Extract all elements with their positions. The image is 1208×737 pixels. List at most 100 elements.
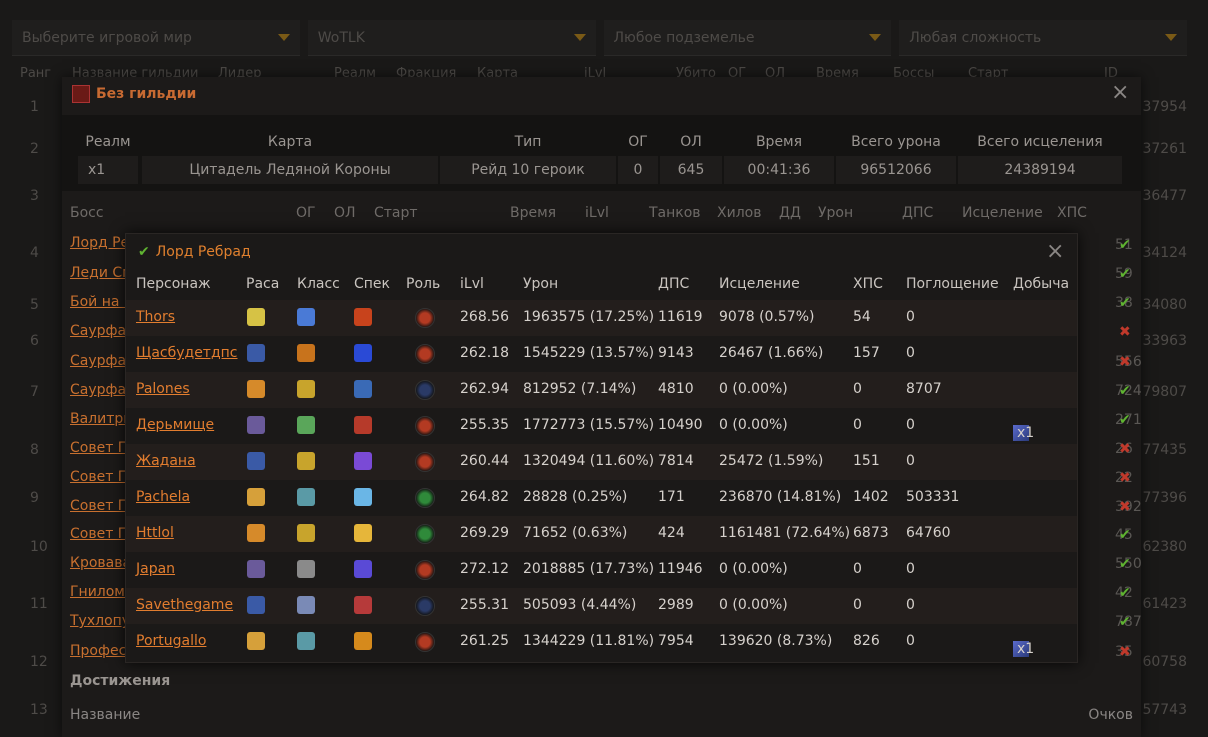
success-check-icon: ✔ [1119, 383, 1131, 399]
fail-cross-icon: ✖ [1119, 324, 1131, 340]
spec-icon [354, 560, 372, 578]
class-icon [297, 380, 315, 398]
healing-cell: 1161481 (72.64%) [719, 525, 851, 541]
summary-header-type: Тип [514, 134, 542, 150]
spec-icon [354, 596, 372, 614]
player-name-link[interactable]: Жадана [136, 453, 196, 469]
healing-cell: 25472 (1.59%) [719, 453, 824, 469]
ilvl-cell: 262.94 [460, 381, 509, 397]
player-row: Щасбудетдпс 262.18 1545229 (13.57%) 9143 264… [126, 336, 1077, 372]
absorb-cell: 0 [906, 417, 915, 433]
success-check-icon: ✔ [1119, 556, 1131, 572]
ilvl-cell: 261.25 [460, 633, 509, 649]
race-icon [247, 380, 265, 398]
success-check-icon: ✔ [1119, 295, 1131, 311]
success-check-icon: ✔ [1119, 412, 1131, 428]
player-row: Pachela 264.82 28828 (0.25%) 171 236870 (14.… [126, 480, 1077, 516]
fail-cross-icon: ✖ [1119, 644, 1131, 660]
dps-cell: 10490 [658, 417, 703, 433]
spec-icon [354, 416, 372, 434]
rank-cell: 3 [30, 188, 39, 204]
role-icon [415, 452, 435, 472]
expansion-select-label: WoTLK [317, 29, 365, 46]
dps-cell: 4810 [658, 381, 694, 397]
col-damage: Урон [523, 276, 559, 292]
boss-link[interactable]: Валитри [70, 411, 132, 427]
healing-cell: 0 (0.00%) [719, 597, 788, 613]
success-check-icon: ✔ [1119, 585, 1131, 601]
id-cell: 77435 [1142, 442, 1187, 458]
summary-og: 0 [618, 156, 658, 184]
boss-link[interactable]: Профес [70, 643, 126, 659]
boss-col-ol: ОЛ [334, 205, 356, 221]
col-race: Раса [246, 276, 280, 292]
boss-link[interactable]: Совет П [70, 498, 128, 514]
id-cell: 33963 [1142, 333, 1187, 349]
player-name-link[interactable]: Portugallo [136, 633, 206, 649]
boss-col-start: Старт [374, 205, 418, 221]
dps-cell: 424 [658, 525, 685, 541]
boss-link[interactable]: Совет П [70, 469, 128, 485]
role-icon [415, 380, 435, 400]
hps-cell: 157 [853, 345, 880, 361]
id-cell: 37261 [1142, 141, 1187, 157]
absorb-cell: 0 [906, 453, 915, 469]
hps-cell: 6873 [853, 525, 889, 541]
summary-header-og: ОГ [628, 134, 648, 150]
dungeon-select[interactable]: Любое подземелье [603, 20, 892, 56]
id-cell: 57743 [1142, 702, 1187, 718]
player-name-link[interactable]: Thors [136, 309, 175, 325]
boss-link[interactable]: Лорд Ре [70, 235, 129, 251]
hps-cell: 0 [853, 597, 862, 613]
dungeon-select-label: Любое подземелье [613, 29, 755, 46]
boss-link[interactable]: Гниломе [70, 584, 133, 600]
player-name-link[interactable]: Httlol [136, 525, 174, 541]
fail-cross-icon: ✖ [1119, 441, 1131, 457]
success-check-icon: ✔ [1119, 266, 1131, 282]
boss-link[interactable]: Леди См [70, 265, 133, 281]
raid-modal-title: Без гильдии [72, 85, 196, 103]
player-name-link[interactable]: Savethegame [136, 597, 233, 613]
world-select[interactable]: Выберите игровой мир [12, 20, 300, 56]
boss-col-time: Время [510, 205, 557, 221]
players-table-header: Персонаж Раса Класс Спек Роль iLvl Урон … [126, 276, 1077, 298]
ilvl-cell: 255.31 [460, 597, 509, 613]
rank-cell: 10 [30, 539, 48, 555]
race-icon [247, 560, 265, 578]
player-name-link[interactable]: Дерьмище [136, 417, 214, 433]
achievements-title: Достижения [70, 673, 171, 689]
damage-cell: 2018885 (17.73%) [523, 561, 655, 577]
player-name-link[interactable]: Palones [136, 381, 190, 397]
summary-header-damage: Всего урона [851, 134, 941, 150]
expansion-select[interactable]: WoTLK [307, 20, 596, 56]
race-icon [247, 344, 265, 362]
player-name-link[interactable]: Pachela [136, 489, 190, 505]
id-cell: 77396 [1142, 490, 1187, 506]
achievements-col-points: Очков [1088, 707, 1133, 723]
close-icon[interactable]: × [1046, 241, 1064, 263]
boss-link[interactable]: Тухлопу [70, 613, 130, 629]
rank-cell: 1 [30, 99, 39, 115]
player-name-link[interactable]: Japan [136, 561, 175, 577]
boss-col-ilvl: iLvl [585, 205, 609, 221]
healing-cell: 139620 (8.73%) [719, 633, 833, 649]
close-icon[interactable]: × [1111, 82, 1129, 104]
race-icon [247, 452, 265, 470]
boss-link[interactable]: Совет П [70, 440, 128, 456]
boss-link[interactable]: Кровава [70, 555, 131, 571]
col-class: Класс [297, 276, 340, 292]
class-icon [297, 524, 315, 542]
id-cell: 60758 [1142, 654, 1187, 670]
damage-cell: 71652 (0.63%) [523, 525, 628, 541]
col-character: Персонаж [136, 276, 211, 292]
race-icon [247, 596, 265, 614]
summary-damage: 96512066 [836, 156, 956, 184]
difficulty-select[interactable]: Любая сложность [899, 20, 1187, 56]
class-icon [297, 488, 315, 506]
difficulty-select-label: Любая сложность [909, 29, 1042, 46]
ilvl-cell: 272.12 [460, 561, 509, 577]
hps-cell: 0 [853, 561, 862, 577]
rank-cell: 11 [30, 596, 48, 612]
boss-link[interactable]: Совет П [70, 526, 128, 542]
player-name-link[interactable]: Щасбудетдпс [136, 345, 238, 361]
